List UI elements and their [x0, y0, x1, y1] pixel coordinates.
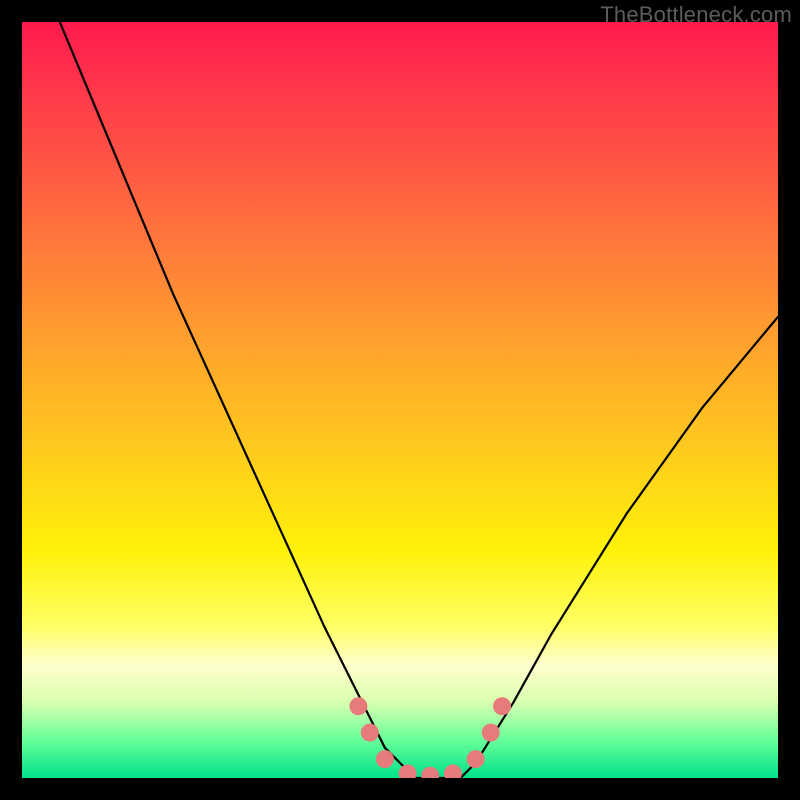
bottleneck-curve	[22, 22, 778, 778]
curve-marker	[399, 765, 417, 779]
curve-marker	[376, 750, 394, 768]
watermark-text: TheBottleneck.com	[600, 2, 792, 28]
curve-marker	[444, 765, 462, 779]
curve-marker	[349, 697, 367, 715]
curve-marker	[421, 767, 439, 778]
curve-marker	[467, 750, 485, 768]
curve-marker	[493, 697, 511, 715]
chart-frame	[22, 22, 778, 778]
curve-marker	[482, 724, 500, 742]
curve-marker	[361, 724, 379, 742]
